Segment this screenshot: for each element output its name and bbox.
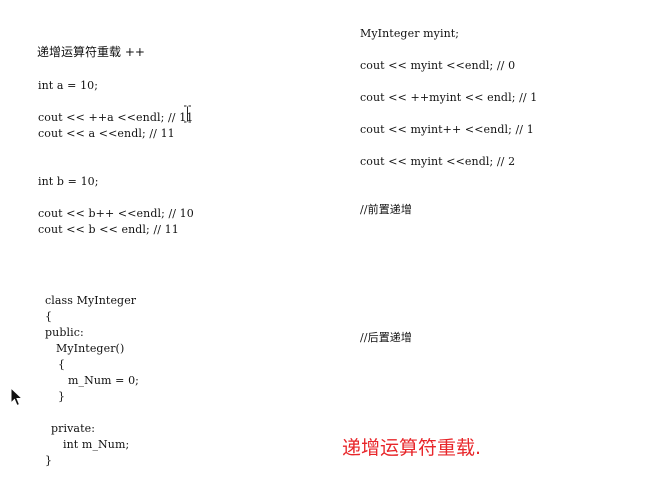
code-line-cout-pre-increment-myint: cout << ++myint << endl; // 1 <box>360 91 538 104</box>
class-line-ctor-close-brace: } <box>58 390 66 403</box>
class-line-public: public: <box>45 326 84 339</box>
i-beam-cursor-icon <box>184 105 191 123</box>
code-line-cout-a: cout << a <<endl; // 11 <box>38 127 175 140</box>
code-line-cout-b: cout << b << endl; // 11 <box>38 223 179 236</box>
code-line-cout-myint-0: cout << myint <<endl; // 0 <box>360 59 516 72</box>
code-line-int-b: int b = 10; <box>38 175 99 188</box>
class-line-member-init: m_Num = 0; <box>68 374 139 387</box>
code-line-cout-post-increment-b: cout << b++ <<endl; // 10 <box>38 207 194 220</box>
comment-pre-increment: //前置递增 <box>360 203 413 216</box>
class-line-constructor: MyInteger() <box>56 342 125 355</box>
class-line-ctor-open-brace: { <box>58 358 66 371</box>
code-line-myint-decl: MyInteger myint; <box>360 27 460 40</box>
caption-increment-overload: 递增运算符重载. <box>342 437 482 459</box>
class-line-member-decl: int m_Num; <box>63 438 130 451</box>
heading-increment-overload: 递增运算符重载 ++ <box>37 45 145 59</box>
code-line-cout-myint-2: cout << myint <<endl; // 2 <box>360 155 516 168</box>
code-line-cout-pre-increment-a: cout << ++a <<endl; // 11 <box>38 111 194 124</box>
code-line-int-a: int a = 10; <box>38 79 99 92</box>
arrow-pointer-icon <box>10 387 24 407</box>
class-line-open-brace: { <box>45 310 53 323</box>
class-line-declaration: class MyInteger <box>45 294 137 307</box>
code-line-cout-post-increment-myint: cout << myint++ <<endl; // 1 <box>360 123 534 136</box>
comment-post-increment: //后置递增 <box>360 331 413 344</box>
class-line-private: private: <box>51 422 96 435</box>
class-line-close-brace: } <box>45 454 53 467</box>
